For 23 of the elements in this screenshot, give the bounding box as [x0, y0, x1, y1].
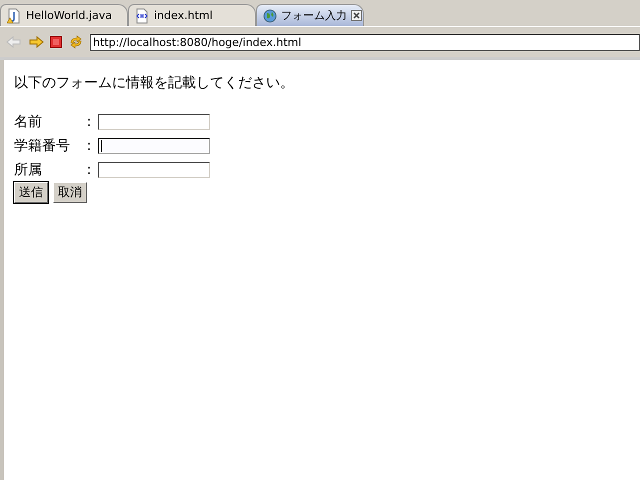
colon-text: ：: [82, 161, 97, 179]
globe-icon: [263, 8, 277, 22]
close-icon[interactable]: [351, 10, 362, 21]
form-button[interactable]: 送信: [14, 182, 48, 203]
field-label: 名前: [14, 113, 43, 131]
address-field[interactable]: http://localhost:8080/hoge/index.html: [90, 34, 640, 50]
refresh-icon[interactable]: [68, 34, 84, 50]
colon-text: ：: [82, 113, 97, 131]
html-file-icon: [135, 8, 149, 24]
input-field[interactable]: [98, 162, 210, 178]
forward-arrow-icon[interactable]: [28, 35, 44, 49]
input-field[interactable]: [98, 114, 210, 130]
form-button[interactable]: 取消: [53, 182, 87, 203]
editor-tab[interactable]: HelloWorld.java: [0, 4, 128, 26]
editor-tab[interactable]: index.html: [128, 4, 256, 26]
stop-icon[interactable]: [50, 36, 62, 48]
input-field[interactable]: [98, 138, 210, 154]
intro-text: 以下のフォームに情報を記載してください。: [14, 74, 295, 92]
field-label: 学籍番号: [14, 137, 71, 155]
field-label: 所属: [14, 161, 43, 179]
colon-text: ：: [82, 137, 97, 155]
java-file-icon: [7, 8, 21, 24]
editor-tab[interactable]: フォーム入力: [256, 4, 364, 26]
